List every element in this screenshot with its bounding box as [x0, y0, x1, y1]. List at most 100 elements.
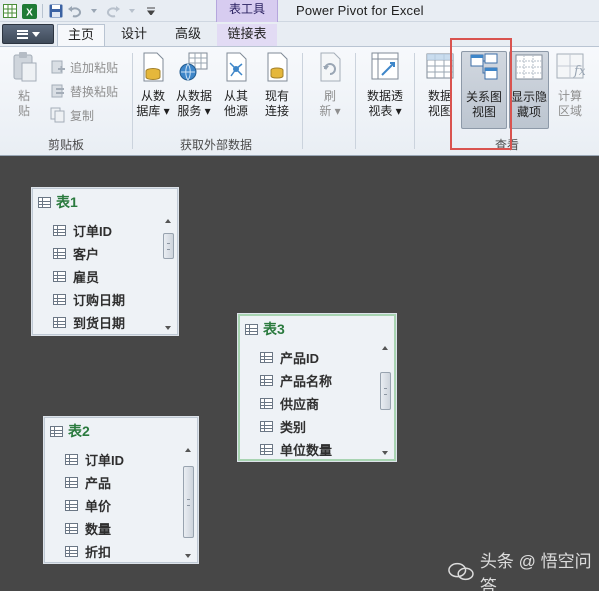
show-hidden-label: 显示隐 藏项 — [510, 90, 547, 119]
column-icon — [53, 316, 66, 328]
field-row[interactable]: 订单ID — [53, 219, 112, 241]
pivot-table-icon — [371, 52, 399, 80]
show-hidden-button[interactable]: 显示隐 藏项 — [509, 51, 549, 129]
from-database-label: 从数 据库 ▾ — [136, 89, 170, 118]
from-data-service-button[interactable]: 从数据 服务 ▾ — [174, 51, 214, 119]
table-header[interactable]: 表3 — [240, 316, 394, 342]
column-icon — [260, 374, 273, 386]
table-scrollbar[interactable] — [380, 346, 391, 455]
field-row[interactable]: 订购日期 — [53, 288, 125, 310]
column-icon — [53, 247, 66, 259]
show-hidden-icon — [515, 54, 543, 80]
field-row[interactable]: 雇员 — [53, 265, 99, 287]
field-label: 产品名称 — [280, 373, 333, 389]
copy-button[interactable]: 复制 — [50, 105, 94, 125]
from-other-sources-button[interactable]: 从其 他源 — [218, 51, 254, 119]
field-row[interactable]: 单价 — [65, 494, 111, 516]
table-title: 表2 — [68, 423, 90, 439]
calculation-area-button[interactable]: fx 计算 区域 — [553, 51, 587, 119]
field-label: 订单ID — [73, 223, 113, 239]
watermark-logo — [448, 562, 474, 581]
undo-icon[interactable] — [67, 3, 83, 19]
table-card-3[interactable]: 表3 产品ID 产品名称 供应商 类别 单位数量 — [238, 314, 396, 461]
calculation-area-label: 计算 区域 — [557, 89, 582, 118]
table-title: 表3 — [263, 321, 285, 337]
field-row[interactable]: 数量 — [65, 517, 111, 539]
field-label: 类别 — [280, 419, 307, 435]
scroll-down-icon[interactable] — [382, 451, 388, 455]
field-row[interactable]: 产品 — [65, 471, 111, 493]
tab-advanced[interactable]: 高级 — [164, 24, 212, 46]
clipboard-group-label: 剪贴板 — [47, 138, 84, 152]
table-scrollbar[interactable] — [163, 219, 174, 330]
refresh-button[interactable]: 刷 新 ▾ — [312, 51, 348, 119]
other-sources-icon — [226, 52, 247, 82]
field-label: 产品 — [85, 475, 112, 491]
field-row[interactable]: 类别 — [260, 415, 306, 437]
column-icon — [260, 397, 273, 409]
table-header[interactable]: 表1 — [33, 189, 177, 215]
redo-dropdown-icon[interactable] — [124, 3, 140, 19]
field-row[interactable]: 折扣 — [65, 540, 111, 562]
field-row[interactable]: 客户 — [53, 242, 99, 264]
calculation-area-icon: fx — [556, 53, 587, 79]
paste-button[interactable]: 粘 贴 — [6, 51, 42, 119]
field-row[interactable]: 订单ID — [65, 448, 124, 470]
redo-icon[interactable] — [105, 3, 121, 19]
field-row[interactable]: 产品ID — [260, 346, 319, 368]
pivot-table-button[interactable]: 数据透 视表 ▾ — [362, 51, 408, 119]
replace-paste-button[interactable]: 替换粘贴 — [50, 81, 118, 101]
field-row[interactable]: 供应商 — [260, 392, 319, 414]
get-external-data-group-label: 获取外部数据 — [179, 138, 252, 152]
svg-text:fx: fx — [573, 64, 585, 79]
copy-icon — [50, 107, 65, 123]
svg-text:X: X — [26, 7, 33, 18]
field-label: 数量 — [85, 521, 112, 537]
scroll-thumb[interactable] — [163, 233, 174, 259]
table-scrollbar[interactable] — [183, 448, 194, 558]
menu-icon — [16, 29, 28, 39]
scroll-down-icon[interactable] — [185, 554, 191, 558]
field-row[interactable]: 单位数量 — [260, 438, 332, 460]
from-database-button[interactable]: 从数 据库 ▾ — [135, 51, 171, 119]
excel-icon[interactable]: X — [21, 3, 37, 19]
customize-qat-icon[interactable] — [143, 3, 159, 19]
field-row[interactable]: 产品名称 — [260, 369, 332, 391]
scroll-up-icon[interactable] — [165, 219, 171, 223]
table-card-2[interactable]: 表2 订单ID 产品 单价 数量 折扣 — [44, 417, 198, 563]
tab-home[interactable]: 主页 — [57, 24, 105, 46]
qat-separator — [42, 4, 43, 18]
group-separator — [302, 53, 303, 149]
field-label: 订单ID — [85, 452, 125, 468]
diagram-view-highlight — [450, 38, 512, 150]
scroll-up-icon[interactable] — [185, 448, 191, 452]
undo-dropdown-icon[interactable] — [86, 3, 102, 19]
existing-connections-label: 现有 连接 — [264, 89, 289, 118]
from-other-sources-label: 从其 他源 — [223, 89, 248, 118]
scroll-thumb[interactable] — [380, 372, 391, 410]
get-external-data-group: 从数 据库 ▾ 从数据 服务 ▾ 从其 他源 现有 连接 获取外部数据 — [133, 47, 299, 155]
file-menu-button[interactable] — [2, 24, 54, 44]
title-bar: X 表工具 Power Pivot for Excel — [0, 0, 599, 22]
existing-connections-icon — [267, 52, 288, 82]
table-fields: 订单ID 客户 雇员 订购日期 到货日期 — [33, 215, 177, 334]
paste-icon — [13, 52, 37, 82]
replace-paste-label: 替换粘贴 — [70, 84, 119, 99]
scroll-thumb[interactable] — [183, 466, 194, 538]
scroll-up-icon[interactable] — [382, 346, 388, 350]
table-card-1[interactable]: 表1 订单ID 客户 雇员 订购日期 到货日期 — [32, 188, 178, 335]
append-paste-button[interactable]: 追加粘贴 — [50, 57, 118, 77]
field-row[interactable]: 到货日期 — [53, 311, 125, 333]
save-icon[interactable] — [48, 3, 64, 19]
refresh-label: 刷 新 ▾ — [319, 89, 341, 118]
table-header[interactable]: 表2 — [45, 418, 197, 444]
scroll-down-icon[interactable] — [165, 326, 171, 330]
group-separator — [355, 53, 356, 149]
tab-design[interactable]: 设计 — [110, 24, 158, 46]
tab-linked-table[interactable]: 链接表 — [217, 24, 277, 46]
field-label: 到货日期 — [73, 315, 126, 331]
data-service-icon — [179, 52, 208, 81]
table-icon — [245, 323, 258, 335]
existing-connections-button[interactable]: 现有 连接 — [259, 51, 295, 119]
column-icon — [65, 453, 78, 465]
